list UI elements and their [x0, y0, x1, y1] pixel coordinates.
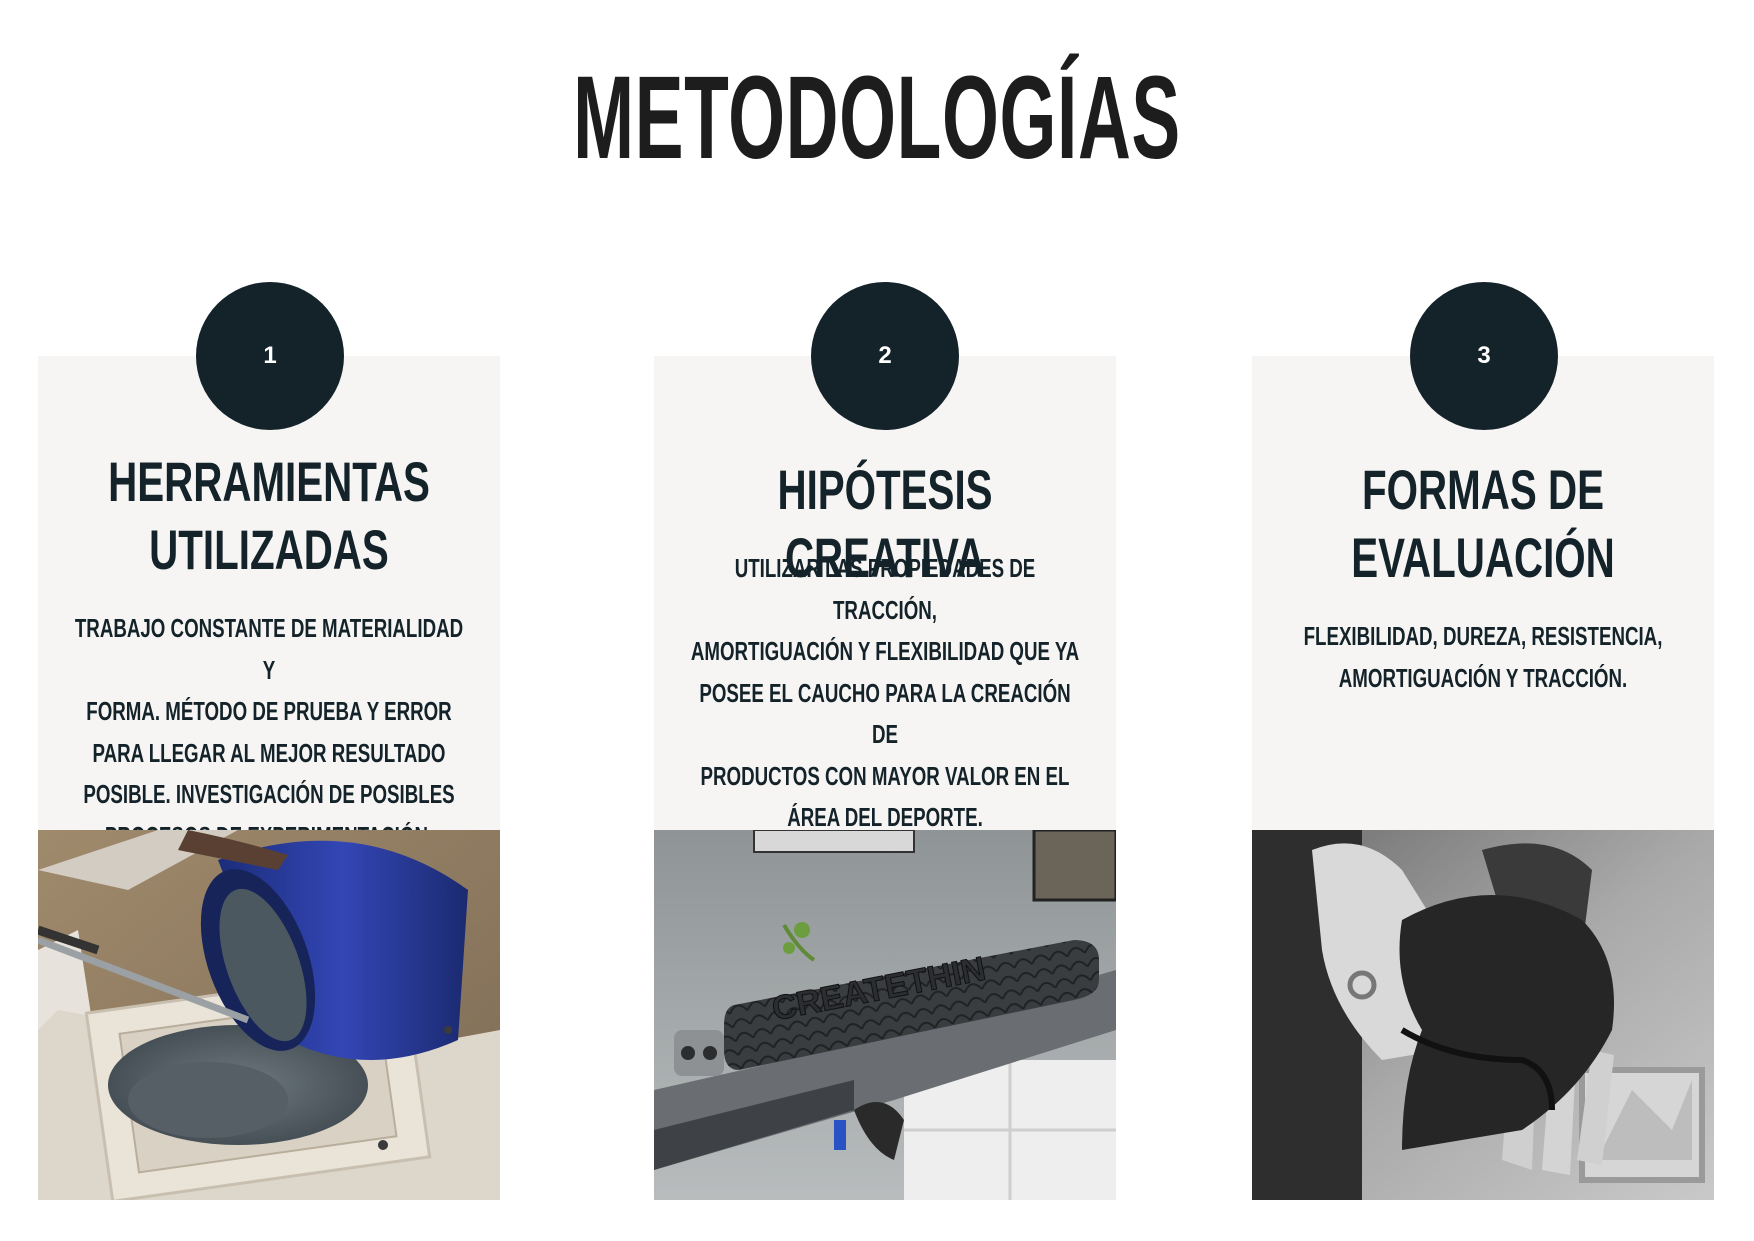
card-panel: 3 FORMAS DE EVALUACIÓN FLEXIBILIDAD, DUR…	[1252, 282, 1714, 830]
card-heading: HERRAMIENTAS UTILIZADAS	[108, 450, 430, 581]
methodology-card-tools: 1 HERRAMIENTAS UTILIZADAS TRABAJO CONSTA…	[38, 282, 500, 1200]
photo-illustration: CREATETHIN	[654, 830, 1116, 1200]
card-description: FLEXIBILIDAD, DUREZA, RESISTENCIA, AMORT…	[1303, 621, 1663, 693]
photo-hand-flexing-rubber	[1252, 830, 1714, 1200]
card-panel: 2 HIPÓTESIS CREATIVA UTILIZAR LAS PROPIE…	[654, 282, 1116, 832]
card-description: UTILIZAR LAS PROPIEDADES DE TRACCIÓN, AM…	[690, 553, 1080, 832]
photo-bucket-pouring-rubber	[38, 830, 500, 1200]
photo-bike-grip: CREATETHIN	[654, 830, 1116, 1200]
card-description: TRABAJO CONSTANTE DE MATERIALIDAD Y FORM…	[74, 613, 464, 851]
photo-illustration	[1252, 830, 1714, 1200]
step-number-badge: 1	[196, 282, 344, 430]
step-number-badge: 2	[811, 282, 959, 430]
page-title: METODOLOGÍAS	[573, 52, 1181, 184]
card-panel: 1 HERRAMIENTAS UTILIZADAS TRABAJO CONSTA…	[38, 282, 500, 851]
methodology-card-hypothesis: 2 HIPÓTESIS CREATIVA UTILIZAR LAS PROPIE…	[654, 282, 1116, 1200]
step-number-badge: 3	[1410, 282, 1558, 430]
card-heading: FORMAS DE EVALUACIÓN	[1351, 458, 1615, 589]
photo-illustration	[38, 830, 500, 1200]
methodology-card-evaluation: 3 FORMAS DE EVALUACIÓN FLEXIBILIDAD, DUR…	[1252, 282, 1714, 1200]
